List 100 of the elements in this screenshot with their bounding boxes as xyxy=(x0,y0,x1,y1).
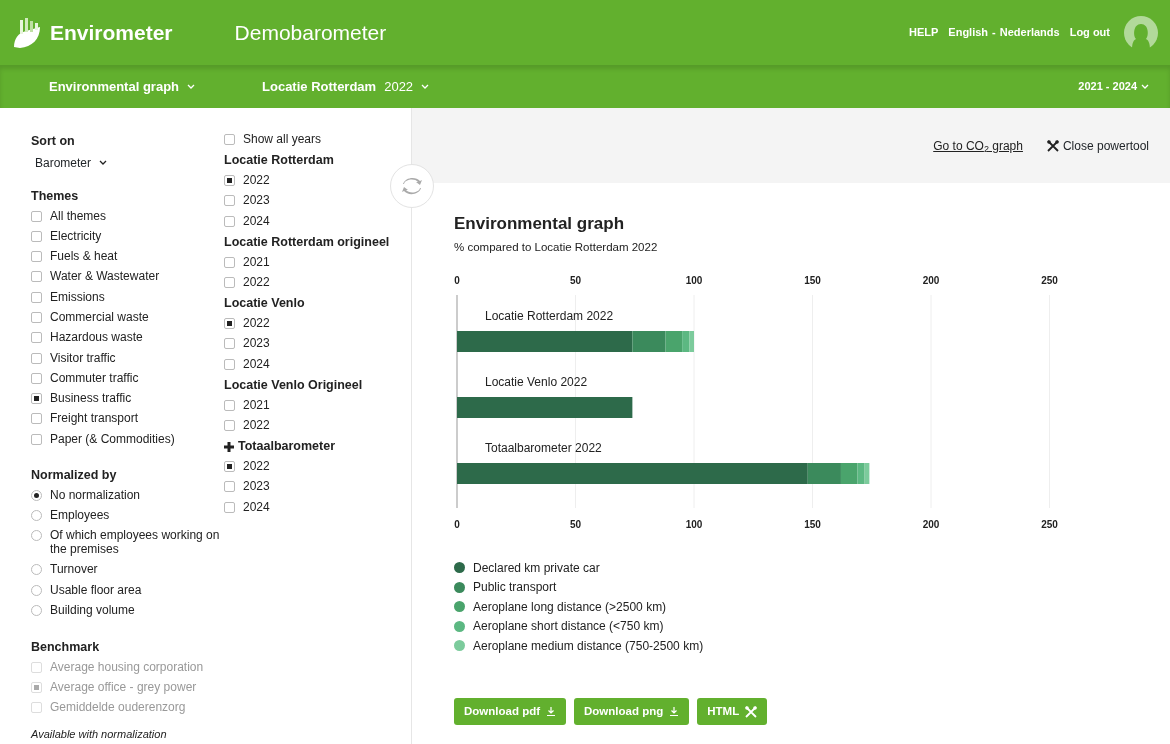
checkbox[interactable] xyxy=(224,277,235,288)
download-icon xyxy=(669,706,680,718)
checkbox[interactable] xyxy=(224,134,235,145)
avatar-icon[interactable] xyxy=(1124,15,1158,50)
category-label: Locatie Venlo 2022 xyxy=(485,374,588,389)
checkbox[interactable] xyxy=(31,372,42,384)
option-label[interactable]: No normalization xyxy=(50,487,141,502)
axis-tick-label: 200 xyxy=(922,274,940,286)
category-label: Totaalbarometer 2022 xyxy=(485,440,602,455)
checkbox[interactable] xyxy=(31,332,42,344)
checkbox[interactable] xyxy=(31,433,42,445)
option-label: Gemiddelde ouderenzorg xyxy=(50,700,186,715)
radio-button[interactable] xyxy=(31,584,42,596)
radio-button[interactable] xyxy=(31,564,42,576)
option-label[interactable]: Usable floor area xyxy=(50,582,142,597)
separator-text: - xyxy=(992,25,996,41)
radio-button[interactable] xyxy=(31,605,42,616)
radio-button[interactable] xyxy=(31,489,42,501)
checkbox[interactable] xyxy=(31,393,42,405)
chevron-down-icon xyxy=(1141,84,1149,89)
option-label: Average housing corporation xyxy=(50,659,204,674)
axis-tick-label: 50 xyxy=(569,274,582,286)
checkbox[interactable] xyxy=(224,501,235,513)
option-label[interactable]: Turnover xyxy=(50,562,98,577)
option-label[interactable]: Fuels & heat xyxy=(50,249,118,264)
barometer-title: Demobarometer xyxy=(234,19,387,46)
option-label[interactable]: Business traffic xyxy=(50,391,132,406)
checkbox[interactable] xyxy=(31,230,42,242)
option-label[interactable]: 2022 xyxy=(243,173,270,188)
option-label[interactable]: Electricity xyxy=(50,228,102,243)
axis-tick-label: 100 xyxy=(685,274,703,286)
axis-tick-label: 0 xyxy=(454,274,460,286)
checkbox[interactable] xyxy=(224,215,235,227)
option-label[interactable]: 2022 xyxy=(243,316,270,331)
option-label[interactable]: 2022 xyxy=(243,275,270,289)
location-title: Locatie Venlo Origineel xyxy=(224,376,363,394)
checkbox[interactable] xyxy=(31,251,42,263)
option-label[interactable]: Water & Wastewater xyxy=(50,269,160,284)
checkbox[interactable] xyxy=(224,481,235,493)
legend-label: Aeroplane medium distance (750-2500 km) xyxy=(473,637,704,655)
option-label[interactable]: Of which employees working on the premises xyxy=(50,528,224,557)
option-label[interactable]: Commercial waste xyxy=(50,310,149,324)
option-label[interactable]: 2022 xyxy=(243,459,270,473)
checkbox[interactable] xyxy=(224,195,235,207)
co2-graph-link[interactable]: Go to CO$_{2}$ graph xyxy=(933,136,1023,155)
note-text: Available with normalization xyxy=(31,727,168,743)
location-title: Locatie Venlo xyxy=(224,295,305,313)
checkbox[interactable] xyxy=(224,399,235,411)
option-label[interactable]: 2024 xyxy=(243,356,270,371)
option-label[interactable]: Paper (& Commodities) xyxy=(50,431,175,446)
checkbox[interactable] xyxy=(224,461,235,472)
checkbox[interactable] xyxy=(224,256,235,268)
option-label[interactable]: Emissions xyxy=(50,289,105,304)
legend-label: Aeroplane long distance (>2500 km) xyxy=(473,598,667,616)
section-title: Sort on xyxy=(31,133,76,150)
swap-icon xyxy=(401,177,423,195)
option-label[interactable]: 2024 xyxy=(243,213,270,228)
graph-title: Environmental graph xyxy=(454,213,626,235)
checkbox[interactable] xyxy=(224,338,235,350)
option-label[interactable]: 2021 xyxy=(243,397,270,412)
section-title: Themes xyxy=(31,187,80,205)
category-label: Locatie Rotterdam 2022 xyxy=(485,308,614,323)
option-label[interactable]: 2023 xyxy=(243,193,270,208)
logo-icon xyxy=(12,16,42,49)
option-label[interactable]: 2024 xyxy=(243,499,270,514)
chevron-down-icon xyxy=(99,160,108,166)
option-label[interactable]: Hazardous waste xyxy=(50,330,143,345)
checkbox[interactable] xyxy=(224,318,235,330)
legend-label: Declared km private car xyxy=(473,559,600,577)
checkbox[interactable] xyxy=(224,175,235,187)
axis-tick-label: 100 xyxy=(685,518,703,530)
option-label[interactable]: 2021 xyxy=(243,254,270,269)
checkbox[interactable] xyxy=(31,352,42,364)
legend-label: Public transport xyxy=(473,579,557,596)
sort-dropdown[interactable]: Barometer xyxy=(35,153,108,172)
checkbox[interactable] xyxy=(224,419,235,431)
radio-button[interactable] xyxy=(31,530,42,542)
option-label[interactable]: 2023 xyxy=(243,336,270,351)
checkbox[interactable] xyxy=(31,413,42,425)
checkbox[interactable] xyxy=(31,210,42,222)
axis-tick-label: 0 xyxy=(454,518,460,530)
option-label[interactable]: Visitor traffic xyxy=(50,350,116,365)
option-label[interactable]: 2023 xyxy=(243,479,270,494)
checkbox[interactable] xyxy=(224,358,235,370)
option-label[interactable]: All themes xyxy=(50,208,107,223)
swap-button[interactable] xyxy=(390,164,434,208)
option-label[interactable]: 2022 xyxy=(243,417,270,432)
tools-icon xyxy=(1046,139,1059,152)
option-label[interactable]: Show all years xyxy=(243,132,322,146)
option-label[interactable]: Employees xyxy=(50,507,110,522)
close-powertool-button[interactable]: Close powertool xyxy=(1046,136,1149,155)
radio-button[interactable] xyxy=(31,509,42,521)
checkbox[interactable] xyxy=(31,312,42,323)
option-label[interactable]: Commuter traffic xyxy=(50,370,139,385)
graph-subtitle: % compared to Locatie Rotterdam 2022 xyxy=(454,239,659,255)
option-label[interactable]: Freight transport xyxy=(50,411,139,426)
checkbox[interactable] xyxy=(31,291,42,303)
checkbox[interactable] xyxy=(31,271,42,283)
option-label[interactable]: Building volume xyxy=(50,603,135,617)
axis-tick-label: 250 xyxy=(1041,274,1058,286)
